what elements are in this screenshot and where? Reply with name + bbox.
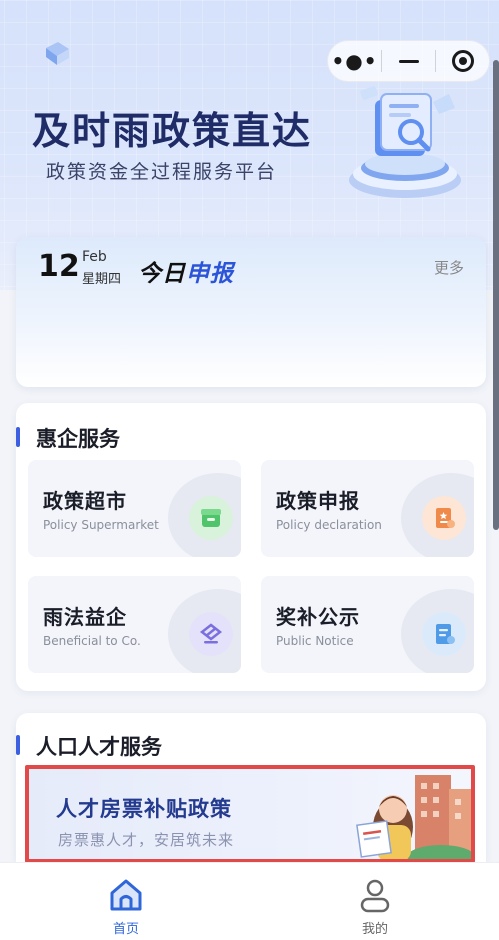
talent-woman-illustration-icon (356, 775, 471, 859)
scrollbar[interactable] (493, 60, 499, 530)
tile-subtitle: Policy declaration (276, 518, 382, 532)
talent-housing-subsidy-banner[interactable]: 人才房票补贴政策 房票惠人才，安居筑未来 (25, 765, 475, 863)
cube-logo-icon (46, 42, 69, 65)
more-menu-button[interactable]: •●• (328, 41, 381, 81)
tile-title: 政策超市 (43, 489, 127, 513)
tile-law-benefit[interactable]: 雨法益企 Beneficial to Co. (28, 576, 241, 673)
target-close-icon (451, 50, 474, 72)
tile-title: 奖补公示 (276, 605, 360, 629)
user-icon (360, 879, 390, 913)
tile-subtitle: Public Notice (276, 634, 354, 648)
banner-title: 人才房票补贴政策 (56, 797, 232, 821)
section-title-talent: 人口人才服务 (16, 731, 162, 761)
home-icon (110, 879, 142, 911)
date-month: Feb (82, 249, 107, 265)
tile-subtitle: Policy Supermarket (43, 518, 159, 532)
date-day: 12 (38, 249, 80, 284)
tile-title: 政策申报 (276, 489, 360, 513)
notice-doc-icon (422, 612, 466, 656)
today-title-part1: 今日 (138, 261, 186, 287)
enterprise-services-card: 惠企服务 政策超市 Policy Supermarket 政策申报 Policy… (16, 403, 486, 691)
bottom-tab-bar: 首页 我的 (0, 862, 499, 940)
tile-subtitle: Beneficial to Co. (43, 634, 141, 648)
more-link[interactable]: 更多 (434, 257, 464, 278)
close-button[interactable] (436, 41, 489, 81)
section-title-enterprise: 惠企服务 (16, 423, 120, 453)
mini-program-capsule: •●• (327, 40, 490, 82)
page-subtitle: 政策资金全过程服务平台 (46, 161, 278, 183)
more-dots-icon: •●• (331, 49, 378, 73)
tab-mine[interactable]: 我的 (315, 863, 435, 940)
page-title: 及时雨政策直达 (32, 109, 313, 153)
date-weekday: 星期四 (82, 272, 122, 287)
declaration-doc-icon (422, 496, 466, 540)
talent-services-card: 人口人才服务 人才房票补贴政策 房票惠人才，安居筑未来 (16, 713, 486, 863)
platform-illustration-icon (349, 86, 461, 198)
law-icon (189, 612, 233, 656)
minimize-icon (398, 59, 419, 63)
store-icon (189, 496, 233, 540)
minimize-button[interactable] (382, 41, 435, 81)
tab-home[interactable]: 首页 (66, 863, 186, 940)
banner-subtitle: 房票惠人才，安居筑未来 (58, 831, 235, 849)
tab-label: 我的 (361, 922, 388, 937)
tile-policy-declaration[interactable]: 政策申报 Policy declaration (261, 460, 474, 557)
tile-title: 雨法益企 (43, 605, 127, 629)
tile-policy-supermarket[interactable]: 政策超市 Policy Supermarket (28, 460, 241, 557)
today-title-part2: 申报 (186, 261, 234, 287)
today-declaration-title: 今日申报 (138, 254, 234, 288)
tab-label: 首页 (112, 922, 139, 937)
tile-public-notice[interactable]: 奖补公示 Public Notice (261, 576, 474, 673)
today-declaration-card[interactable]: 12 Feb 星期四 今日申报 更多 (16, 237, 486, 387)
